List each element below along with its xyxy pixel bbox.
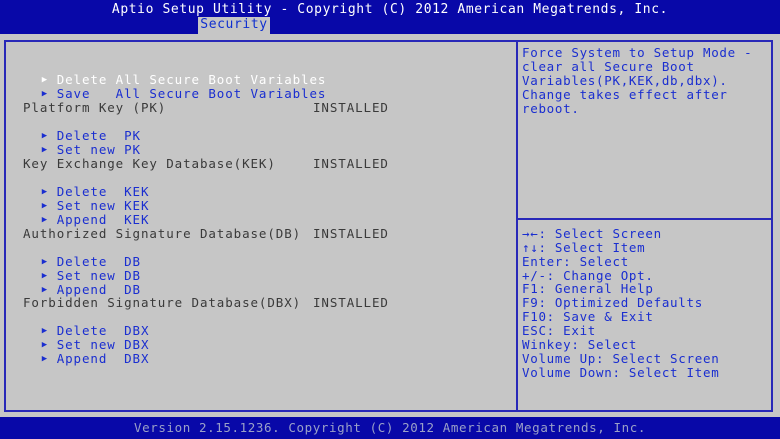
- db-label: Authorized Signature Database(DB): [23, 226, 302, 241]
- tab-security[interactable]: Security: [198, 17, 270, 34]
- key-legend-select-item: ↑↓: Select Item: [522, 240, 646, 255]
- db-status: INSTALLED: [313, 226, 389, 241]
- pk-label: Platform Key (PK): [23, 100, 167, 115]
- dbx-label: Forbidden Signature Database(DBX): [23, 295, 302, 310]
- dbx-status: INSTALLED: [313, 295, 389, 310]
- menu-item-set-new-dbx[interactable]: ▶ Set new DBX: [8, 324, 149, 352]
- help-text-line: Force System to Setup Mode -: [522, 45, 753, 60]
- menu-item-delete-pk[interactable]: ▶ Delete PK: [8, 115, 141, 143]
- submenu-arrow-icon: ▶: [41, 89, 49, 99]
- key-legend-esc: ESC: Exit: [522, 323, 597, 338]
- pk-status: INSTALLED: [313, 100, 389, 115]
- menu-item-label: Append KEK: [56, 212, 150, 227]
- key-legend-volume-up: Volume Up: Select Screen: [522, 351, 720, 366]
- help-text-line: Change takes effect after: [522, 87, 728, 102]
- version-text: Version 2.15.1236. Copyright (C) 2012 Am…: [134, 420, 646, 435]
- menu-item-delete-db[interactable]: ▶ Delete DB: [8, 241, 141, 269]
- submenu-arrow-icon: ▶: [41, 354, 49, 364]
- menu-item-delete-all-secure-boot-variables[interactable]: ▶ Delete All Secure Boot Variables: [8, 59, 326, 87]
- submenu-arrow-icon: ▶: [41, 215, 49, 225]
- pane-divider: [516, 40, 518, 412]
- key-legend-winkey: Winkey: Select: [522, 337, 638, 352]
- footer-bar: Version 2.15.1236. Copyright (C) 2012 Am…: [0, 417, 780, 439]
- menu-item-set-new-kek[interactable]: ▶ Set new KEK: [8, 185, 149, 213]
- key-legend-f1: F1: General Help: [522, 281, 654, 296]
- menu-item-label: Set new PK: [56, 142, 141, 157]
- key-legend-volume-down: Volume Down: Select Item: [522, 365, 720, 380]
- menu-item-set-new-db[interactable]: ▶ Set new DB: [8, 255, 141, 283]
- header-bar: Aptio Setup Utility - Copyright (C) 2012…: [0, 0, 780, 34]
- menu-item-append-db[interactable]: ▶ Append DB: [8, 269, 141, 297]
- menu-item-save-all-secure-boot-variables[interactable]: ▶ Save All Secure Boot Variables: [8, 73, 326, 101]
- key-legend-f10: F10: Save & Exit: [522, 309, 654, 324]
- key-legend-select-screen: →←: Select Screen: [522, 226, 662, 241]
- app-title: Aptio Setup Utility - Copyright (C) 2012…: [111, 2, 669, 17]
- menu-item-set-new-pk[interactable]: ▶ Set new PK: [8, 129, 141, 157]
- menu-item-append-kek[interactable]: ▶ Append KEK: [8, 199, 149, 227]
- help-text-line: reboot.: [522, 101, 580, 116]
- help-text-line: Variables(PK,KEK,db,dbx).: [522, 73, 728, 88]
- menu-item-label: Save All Secure Boot Variables: [56, 86, 327, 101]
- kek-status: INSTALLED: [313, 156, 389, 171]
- kek-label: Key Exchange Key Database(KEK): [23, 156, 276, 171]
- bios-screen: Aptio Setup Utility - Copyright (C) 2012…: [0, 0, 780, 439]
- key-legend-f9: F9: Optimized Defaults: [522, 295, 703, 310]
- key-legend-enter: Enter: Select: [522, 254, 629, 269]
- menu-item-delete-dbx[interactable]: ▶ Delete DBX: [8, 310, 149, 338]
- help-text-line: clear all Secure Boot: [522, 59, 695, 74]
- menu-item-label: Append DBX: [56, 351, 150, 366]
- menu-item-delete-kek[interactable]: ▶ Delete KEK: [8, 171, 149, 199]
- menu-item-append-dbx[interactable]: ▶ Append DBX: [8, 338, 149, 366]
- submenu-arrow-icon: ▶: [41, 145, 49, 155]
- help-divider: [518, 218, 773, 220]
